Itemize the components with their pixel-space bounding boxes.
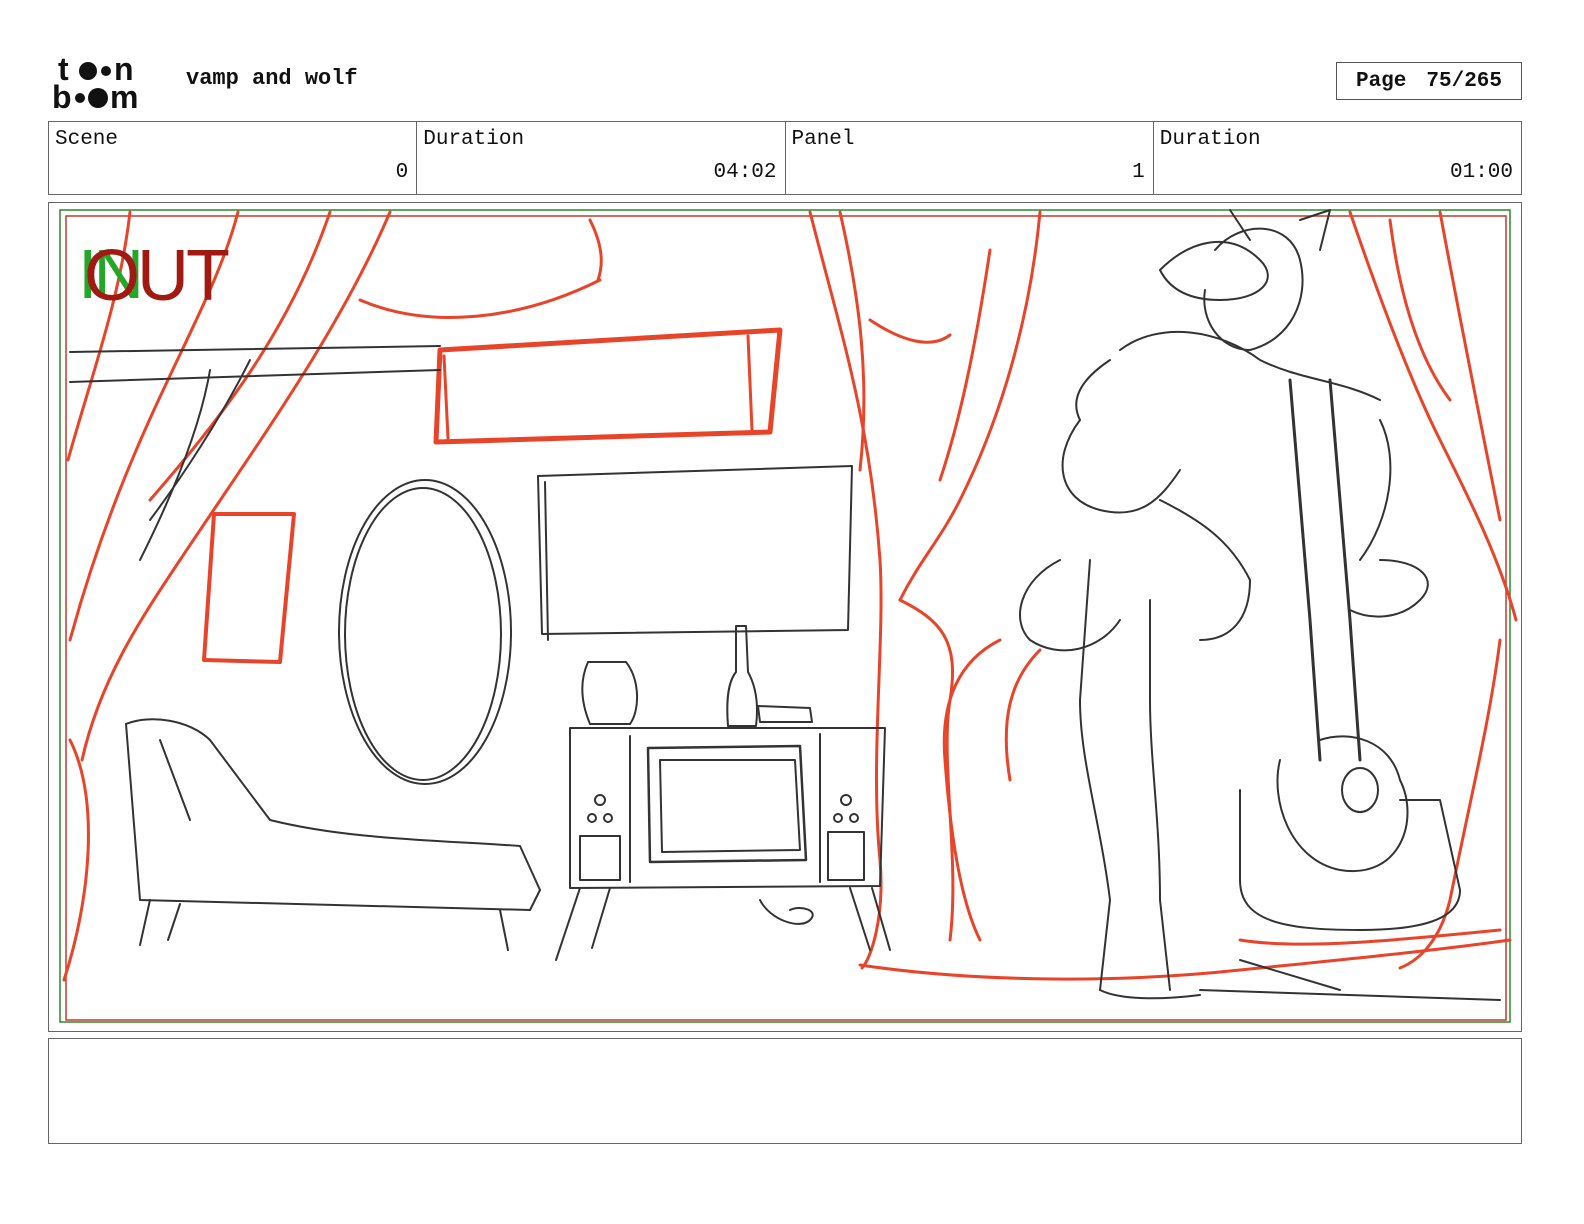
camera-frame-red xyxy=(65,215,1507,1021)
in-out-markers: IN OUT xyxy=(78,236,258,316)
panel-notes[interactable] xyxy=(48,1038,1522,1144)
out-marker: OUT xyxy=(84,236,230,316)
sketch-red-layer xyxy=(62,210,1518,982)
camera-frame-green xyxy=(59,209,1511,1023)
